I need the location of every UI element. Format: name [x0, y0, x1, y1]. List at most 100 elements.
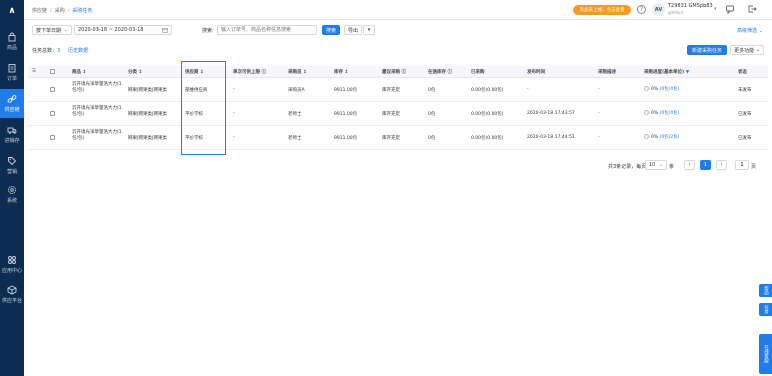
progress-link[interactable]: (0包/4包): [660, 111, 680, 116]
advanced-filter-link[interactable]: 高级筛选 ⌄: [737, 27, 763, 34]
online-service-tab[interactable]: 在线客服: [759, 334, 772, 374]
date-type-value: 按下单日期: [36, 27, 62, 34]
column-header[interactable]: 分类 ↕: [128, 69, 142, 75]
row-checkbox[interactable]: [50, 135, 55, 140]
prev-page-button[interactable]: ‹: [684, 160, 695, 170]
column-label: 供应商: [185, 70, 199, 75]
product-link[interactable]: 云开境光洋草量洛大力(1包/包): [72, 82, 124, 94]
sidebar-item-marketing[interactable]: 营销: [0, 151, 24, 180]
page-size-unit: 条: [669, 164, 675, 170]
column-header[interactable]: 商品 ↕: [72, 69, 86, 75]
column-header[interactable]: 采购员 ↕: [288, 69, 307, 75]
history-data-link[interactable]: 历史数据: [68, 47, 88, 54]
limit-cell: -: [233, 87, 235, 92]
message-icon[interactable]: [725, 4, 735, 14]
logout-icon[interactable]: [747, 4, 757, 14]
select-all-checkbox[interactable]: [50, 69, 55, 74]
sidebar-item-orders[interactable]: 订单: [0, 58, 24, 87]
column-header[interactable]: 供应商 ↕: [185, 69, 204, 75]
column-header[interactable]: 在途库存 ⓘ: [428, 69, 452, 75]
transit-cell: 0包: [428, 136, 436, 141]
avatar[interactable]: AV: [652, 3, 665, 16]
stock-cell: 9911.00包: [334, 112, 358, 117]
column-label: 建议采购: [382, 70, 400, 75]
sidebar-item-label: 营销: [6, 169, 17, 175]
user-name[interactable]: T29831 GMSpb83: [668, 3, 713, 10]
search-button[interactable]: 搜索: [322, 25, 340, 35]
bag-icon: [8, 32, 16, 42]
sidebar-item-system[interactable]: 系统: [0, 180, 24, 209]
info-icon: ⓘ: [447, 70, 453, 75]
column-settings-icon[interactable]: ☰: [32, 69, 36, 74]
sidebar-item-inventory[interactable]: 进销存: [0, 120, 24, 149]
sidebar-item-app-center[interactable]: 应用中心: [0, 250, 24, 279]
task-count: 任务总数：3: [32, 47, 60, 54]
new-task-button[interactable]: 新建采购任务: [687, 45, 727, 55]
page-button[interactable]: 1: [700, 160, 711, 170]
help-icon[interactable]: ?: [637, 5, 646, 14]
supplier-cell: 部维供应商: [185, 88, 208, 93]
column-label: 已采购: [471, 70, 485, 75]
tag-icon: [8, 157, 17, 166]
breadcrumb-item[interactable]: 供应链: [32, 8, 47, 14]
clipboard-icon: [8, 64, 16, 73]
limit-cell: -: [233, 111, 235, 116]
column-header[interactable]: 采购描述: [598, 69, 616, 75]
date-type-select[interactable]: 按下单日期 ⌄: [32, 25, 72, 35]
sidebar-item-label: 订单: [6, 76, 17, 82]
chevron-down-icon[interactable]: ▾: [714, 6, 717, 12]
column-header[interactable]: 库存 ↕: [334, 69, 348, 75]
purchased-cell: 0.00包(0.00包): [471, 112, 504, 117]
column-header[interactable]: 已采购: [471, 69, 485, 75]
column-label: 单次可供上限: [233, 70, 260, 75]
breadcrumb-item[interactable]: 采购: [55, 8, 65, 14]
sidebar-item-label: 系统: [6, 198, 17, 204]
user-code: gmhlv3: [668, 10, 683, 15]
column-header[interactable]: 单次可供上限 ⓘ: [233, 69, 266, 75]
more-functions-button[interactable]: 更多功能 ⌄: [730, 45, 764, 55]
page-size-select[interactable]: 10 ⌄: [645, 160, 667, 170]
supplier-cell: 平价学校: [185, 112, 203, 117]
promo-button[interactable]: 商品来上线，点击查看: [573, 5, 631, 15]
progress-link[interactable]: (0包/2包): [660, 135, 680, 140]
column-label: 发布时间: [527, 70, 545, 75]
export-more-button[interactable]: ▾: [363, 25, 375, 35]
column-header[interactable]: 采购进度(基本单位) ▼: [644, 69, 689, 75]
column-header[interactable]: 发布时间: [527, 69, 545, 75]
sidebar-item-supply-chain[interactable]: 供应链: [0, 89, 24, 118]
task-count-value: 3: [57, 48, 61, 54]
column-header[interactable]: 建议采购 ⓘ: [382, 69, 406, 75]
task-tab[interactable]: 任务: [759, 303, 772, 316]
progress-link[interactable]: (0包/4包): [660, 87, 680, 92]
status-cell: 已发布: [738, 136, 752, 141]
export-button[interactable]: 导出: [344, 25, 362, 35]
sidebar-item-label: 供应链: [4, 107, 20, 113]
row-checkbox[interactable]: [50, 111, 55, 116]
product-link[interactable]: 云开境光洋草量洛大力(1包/包): [72, 106, 124, 118]
limit-cell: -: [233, 135, 235, 140]
help-tab[interactable]: 帮助: [759, 284, 772, 297]
sidebar-item-goods[interactable]: 商品: [0, 27, 24, 56]
column-label: 采购进度(基本单位): [644, 70, 685, 75]
status-cell: 未发布: [738, 88, 752, 93]
sidebar-item-label: 进销存: [4, 138, 20, 144]
date-range-picker[interactable]: 2020-03-18 ~ 2020-03-18: [74, 25, 172, 35]
page-jump-input[interactable]: [735, 160, 749, 170]
app-logo[interactable]: ∧: [0, 0, 24, 22]
column-label: 采购描述: [598, 70, 616, 75]
row-checkbox[interactable]: [50, 87, 55, 92]
column-header[interactable]: 状态: [738, 69, 747, 75]
apps-icon: [8, 256, 16, 264]
more-functions-label: 更多功能: [734, 47, 755, 54]
pagination-summary: 共3条记录，每页: [608, 164, 647, 170]
suggest-cell: 库存充足: [382, 112, 400, 117]
main-content: 按下单日期 ⌄ 2020-03-18 ~ 2020-03-18 搜索: 搜索 导…: [24, 20, 772, 376]
sidebar-item-supply-platform[interactable]: 供应平台: [0, 280, 24, 309]
next-page-button[interactable]: ›: [716, 160, 727, 170]
sidebar-item-label: 商品: [6, 45, 17, 51]
supplier-cell: 平价学校: [185, 136, 203, 141]
table-row: 云开境光洋草量洛大力(1包/包) 网果|网果类|网果类 部维供应商 - 采购员A…: [28, 78, 768, 102]
search-input[interactable]: [217, 25, 317, 35]
product-link[interactable]: 云开境光洋草量洛大力(1包/包): [72, 130, 124, 142]
truck-icon: [7, 127, 17, 134]
